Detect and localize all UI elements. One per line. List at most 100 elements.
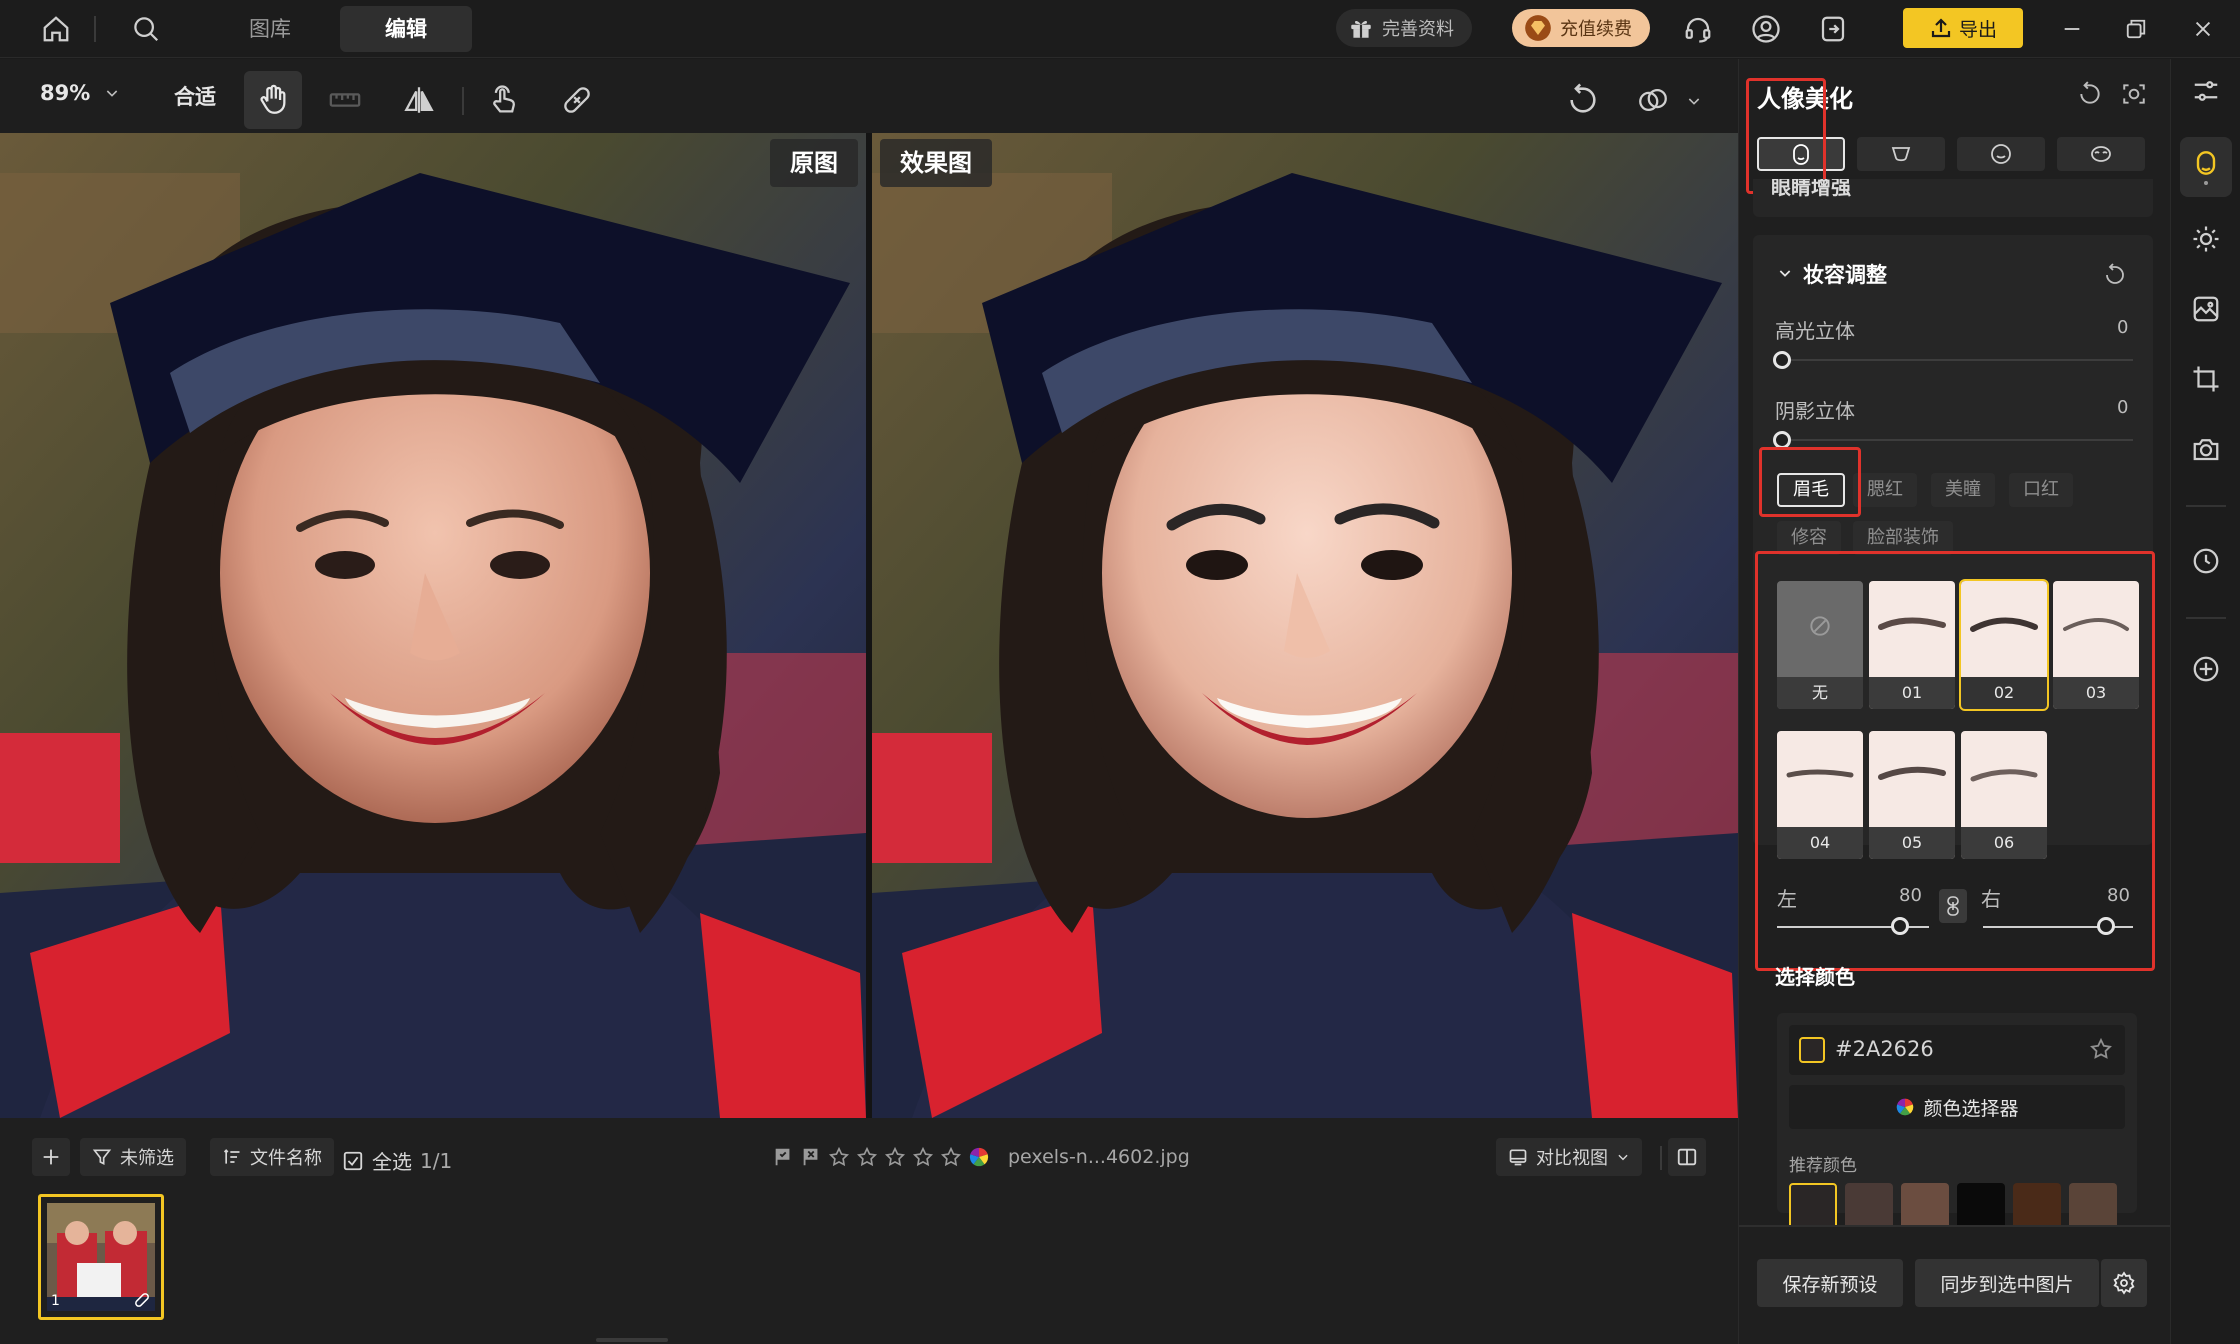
highlight-slider-knob[interactable] <box>1773 351 1791 369</box>
face-scan-icon[interactable] <box>2121 81 2147 107</box>
tab-body[interactable] <box>1857 137 1945 171</box>
complete-profile-button[interactable]: 完善资料 <box>1336 9 1472 47</box>
restore-window-icon[interactable] <box>2118 11 2154 47</box>
eyebrow-tile-06[interactable]: 06 <box>1961 731 2047 859</box>
left-label: 左 <box>1777 887 1797 911</box>
image-edit-icon[interactable] <box>2182 285 2230 333</box>
left-slider-knob[interactable] <box>1891 917 1909 935</box>
adjust-sliders-icon[interactable] <box>2182 67 2230 115</box>
search-icon[interactable] <box>128 11 164 47</box>
minimize-icon[interactable] <box>2054 11 2090 47</box>
filmstrip-scrollbar[interactable] <box>596 1338 668 1342</box>
color-section-title: 选择颜色 <box>1775 965 1855 989</box>
sync-settings-gear-icon[interactable] <box>2101 1259 2147 1307</box>
swatch[interactable] <box>1901 1183 1949 1225</box>
swatch[interactable] <box>1789 1183 1837 1225</box>
subtab-blush[interactable]: 腮红 <box>1853 473 1917 507</box>
color-hex-field[interactable]: #2A2626 <box>1789 1025 2125 1075</box>
compare-view-dropdown[interactable]: 对比视图 <box>1496 1138 1642 1176</box>
portrait-beauty-panel: 人像美化 眼睛增强 妆容调整 高光立体 0 阴影立体 0 眉毛 腮红 美瞳 口红… <box>1738 59 2171 1344</box>
crop-icon[interactable] <box>2182 355 2230 403</box>
tab-face-beauty[interactable] <box>1757 137 1845 171</box>
color-picker-button[interactable]: 颜色选择器 <box>1789 1085 2125 1129</box>
gift-icon <box>1348 15 1374 41</box>
select-all-checkbox[interactable]: 全选 1/1 <box>342 1146 452 1175</box>
filter-button[interactable]: 未筛选 <box>80 1138 186 1176</box>
filmstrip-thumbnail[interactable]: 1 <box>38 1194 164 1320</box>
eyebrow-preview <box>1878 617 1946 630</box>
sort-button[interactable]: 文件名称 <box>210 1138 334 1176</box>
flag-reject-icon[interactable] <box>800 1146 822 1168</box>
history-clock-icon[interactable] <box>2182 537 2230 585</box>
share-icon[interactable] <box>1815 11 1851 47</box>
hand-pan-icon[interactable] <box>244 71 302 129</box>
tile-label: 01 <box>1869 677 1955 709</box>
tab-edit[interactable]: 编辑 <box>340 6 472 52</box>
brightness-sun-icon[interactable] <box>2182 215 2230 263</box>
highlight-slider-track[interactable] <box>1781 359 2133 361</box>
ruler-icon[interactable] <box>316 71 374 129</box>
chevron-down-icon[interactable] <box>1686 93 1702 109</box>
bandage-icon[interactable] <box>548 71 606 129</box>
flag-pick-icon[interactable] <box>772 1146 794 1168</box>
star-icon[interactable] <box>828 1146 850 1168</box>
panel-reset-icon[interactable] <box>2077 81 2103 107</box>
swatch[interactable] <box>2069 1183 2117 1225</box>
user-avatar-icon[interactable] <box>1748 11 1784 47</box>
thumbnail-index: 1 <box>51 1293 60 1309</box>
swatch[interactable] <box>1957 1183 2005 1225</box>
reset-rotate-icon[interactable] <box>1554 71 1612 129</box>
portrait-beauty-rail-icon[interactable] <box>2180 137 2232 197</box>
split-view-icon[interactable] <box>1668 1138 1706 1176</box>
eye-enhance-section[interactable]: 眼睛增强 <box>1753 179 2153 217</box>
recharge-button[interactable]: 充值续费 <box>1512 9 1650 47</box>
subtab-contour[interactable]: 修容 <box>1777 521 1841 555</box>
close-icon[interactable] <box>2185 11 2221 47</box>
fit-button[interactable]: 合适 <box>174 81 216 111</box>
add-circle-icon[interactable] <box>2182 645 2230 693</box>
eyebrow-tile-05[interactable]: 05 <box>1869 731 1955 859</box>
color-label-icon[interactable] <box>968 1146 990 1168</box>
swatch[interactable] <box>1845 1183 1893 1225</box>
left-value: 80 <box>1899 885 1922 906</box>
subtab-face-decoration[interactable]: 脸部装饰 <box>1853 521 1953 555</box>
touch-point-icon[interactable] <box>474 71 532 129</box>
makeup-section-title: 妆容调整 <box>1803 263 1887 287</box>
camera-icon[interactable] <box>2182 425 2230 473</box>
support-headset-icon[interactable] <box>1680 11 1716 47</box>
section-reset-icon[interactable] <box>2103 263 2127 287</box>
image-canvas[interactable]: 原图 效果图 <box>0 133 1738 1118</box>
home-icon[interactable] <box>38 11 74 47</box>
export-button[interactable]: 导出 <box>1903 8 2023 48</box>
shadow-slider-track[interactable] <box>1781 439 2133 441</box>
eyebrow-tile-none[interactable]: 无 <box>1777 581 1863 709</box>
add-icon[interactable] <box>32 1138 70 1176</box>
eyebrow-tile-01[interactable]: 01 <box>1869 581 1955 709</box>
tab-makeup[interactable] <box>2057 137 2145 171</box>
shadow-slider-knob[interactable] <box>1773 431 1791 449</box>
subtab-lipstick[interactable]: 口红 <box>2009 473 2073 507</box>
favorite-star-icon[interactable] <box>2089 1037 2113 1061</box>
right-slider-knob[interactable] <box>2097 917 2115 935</box>
star-icon[interactable] <box>940 1146 962 1168</box>
eyebrow-tile-03[interactable]: 03 <box>2053 581 2139 709</box>
flip-icon[interactable] <box>390 71 448 129</box>
tab-library[interactable]: 图库 <box>230 6 310 52</box>
tab-smile[interactable] <box>1957 137 2045 171</box>
eyebrow-tile-04[interactable]: 04 <box>1777 731 1863 859</box>
swatch[interactable] <box>2013 1183 2061 1225</box>
checkbox-icon <box>342 1150 364 1172</box>
link-toggle-icon[interactable] <box>1939 889 1967 923</box>
star-icon[interactable] <box>912 1146 934 1168</box>
subtab-eyebrow[interactable]: 眉毛 <box>1777 473 1845 507</box>
star-icon[interactable] <box>884 1146 906 1168</box>
sync-selected-button[interactable]: 同步到选中图片 <box>1915 1259 2099 1307</box>
eyebrow-tile-02[interactable]: 02 <box>1959 579 2049 711</box>
tile-label: 06 <box>1961 827 2047 859</box>
star-icon[interactable] <box>856 1146 878 1168</box>
save-preset-button[interactable]: 保存新预设 <box>1757 1259 1903 1307</box>
subtab-contact-lens[interactable]: 美瞳 <box>1931 473 1995 507</box>
collapse-chevron-icon[interactable] <box>1777 265 1793 281</box>
overlay-compare-icon[interactable] <box>1624 71 1682 129</box>
zoom-dropdown[interactable]: 89% <box>40 81 120 105</box>
